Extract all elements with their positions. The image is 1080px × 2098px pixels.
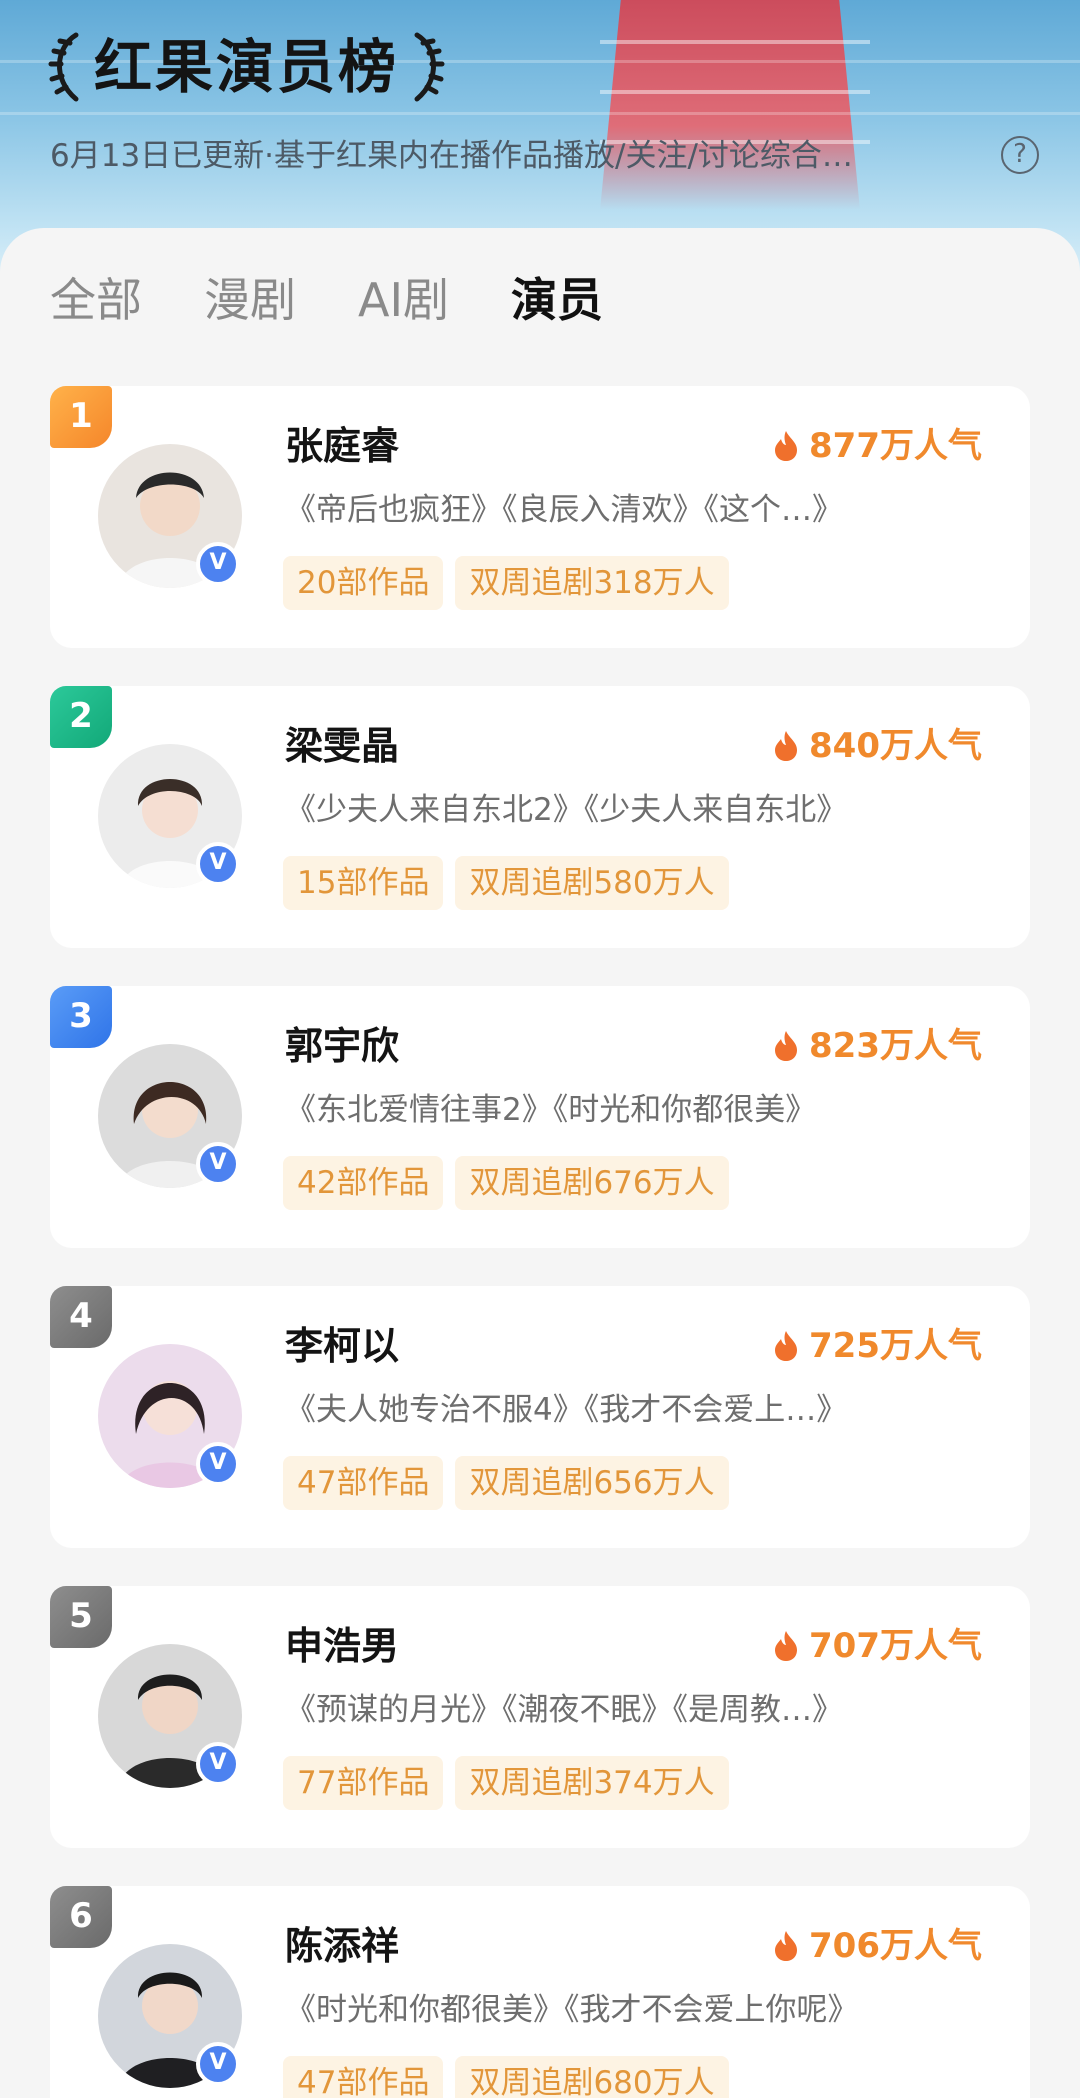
actor-card[interactable]: 2 V 梁雯晶 840万人气 《少夫人来自东北2》《少夫人来自东北》 15部作品… bbox=[50, 686, 1030, 948]
works-count-tag: 15部作品 bbox=[283, 856, 444, 910]
works-count-tag: 77部作品 bbox=[283, 1756, 444, 1810]
rank-badge: 5 bbox=[50, 1586, 112, 1648]
verified-badge-icon: V bbox=[196, 1742, 240, 1786]
popularity-value: 877万人气 bbox=[809, 426, 982, 466]
stair-line bbox=[600, 90, 870, 94]
works-count-tag: 42部作品 bbox=[283, 1156, 444, 1210]
tab-ai-drama[interactable]: AI剧 bbox=[358, 268, 449, 332]
banner-stripe bbox=[0, 112, 1080, 115]
popularity: 877万人气 bbox=[773, 420, 982, 472]
followers-tag: 双周追剧676万人 bbox=[455, 1156, 729, 1210]
fire-icon bbox=[775, 731, 798, 761]
popularity: 725万人气 bbox=[773, 1320, 982, 1372]
stair-line bbox=[600, 40, 870, 44]
popularity-value: 725万人气 bbox=[809, 1326, 982, 1366]
rank-badge: 3 bbox=[50, 986, 112, 1048]
works-list: 《少夫人来自东北2》《少夫人来自东北》 bbox=[285, 792, 848, 828]
page-title: 红果演员榜 bbox=[94, 33, 400, 101]
laurel-left-icon bbox=[48, 32, 79, 102]
help-icon[interactable]: ? bbox=[1001, 136, 1039, 174]
actor-name[interactable]: 郭宇欣 bbox=[285, 1020, 399, 1072]
actor-name[interactable]: 张庭睿 bbox=[285, 420, 399, 472]
tags: 15部作品 双周追剧580万人 bbox=[283, 856, 729, 910]
actor-name[interactable]: 陈添祥 bbox=[285, 1920, 399, 1972]
works-list: 《夫人她专治不服4》《我才不会爱上…》 bbox=[285, 1392, 848, 1428]
tags: 77部作品 双周追剧374万人 bbox=[283, 1756, 729, 1810]
actor-card[interactable]: 5 V 申浩男 707万人气 《预谋的月光》《潮夜不眠》《是周教…》 77部作品… bbox=[50, 1586, 1030, 1848]
tags: 47部作品 双周追剧656万人 bbox=[283, 1456, 729, 1510]
popularity: 706万人气 bbox=[773, 1920, 982, 1972]
actor-name[interactable]: 李柯以 bbox=[285, 1320, 399, 1372]
popularity-value: 707万人气 bbox=[809, 1626, 982, 1666]
actor-card[interactable]: 3 V 郭宇欣 823万人气 《东北爱情往事2》《时光和你都很美》 42部作品 … bbox=[50, 986, 1030, 1248]
tags: 47部作品 双周追剧680万人 bbox=[283, 2056, 729, 2098]
popularity: 840万人气 bbox=[773, 720, 982, 772]
actor-name[interactable]: 申浩男 bbox=[285, 1620, 399, 1672]
fire-icon bbox=[775, 1931, 798, 1961]
verified-badge-icon: V bbox=[196, 1142, 240, 1186]
actor-card[interactable]: 1 V 张庭睿 877万人气 《帝后也疯狂》《良辰入清欢》《这个…》 20部作品… bbox=[50, 386, 1030, 648]
works-count-tag: 47部作品 bbox=[283, 1456, 444, 1510]
title-row: 红果演员榜 bbox=[46, 22, 447, 112]
popularity: 823万人气 bbox=[773, 1020, 982, 1072]
laurel-right-icon bbox=[414, 32, 445, 102]
tags: 42部作品 双周追剧676万人 bbox=[283, 1156, 729, 1210]
fire-icon bbox=[775, 1631, 798, 1661]
followers-tag: 双周追剧374万人 bbox=[455, 1756, 729, 1810]
followers-tag: 双周追剧318万人 bbox=[455, 556, 729, 610]
fire-icon bbox=[775, 1331, 798, 1361]
update-subtitle: 6月13日已更新·基于红果内在播作品播放/关注/讨论综合… bbox=[50, 138, 853, 174]
verified-badge-icon: V bbox=[196, 1442, 240, 1486]
category-tabs: 全部 漫剧 AI剧 演员 bbox=[50, 268, 665, 332]
works-list: 《帝后也疯狂》《良辰入清欢》《这个…》 bbox=[285, 492, 843, 528]
red-carpet-decoration bbox=[600, 0, 860, 210]
tab-actors[interactable]: 演员 bbox=[511, 268, 603, 332]
actor-card[interactable]: 6 V 陈添祥 706万人气 《时光和你都很美》《我才不会爱上你呢》 47部作品… bbox=[50, 1886, 1030, 2098]
tab-all[interactable]: 全部 bbox=[50, 268, 142, 332]
rank-badge: 2 bbox=[50, 686, 112, 748]
works-list: 《预谋的月光》《潮夜不眠》《是周教…》 bbox=[285, 1692, 843, 1728]
followers-tag: 双周追剧580万人 bbox=[455, 856, 729, 910]
rank-badge: 1 bbox=[50, 386, 112, 448]
works-count-tag: 47部作品 bbox=[283, 2056, 444, 2098]
tab-comic-drama[interactable]: 漫剧 bbox=[204, 268, 296, 332]
popularity: 707万人气 bbox=[773, 1620, 982, 1672]
rank-badge: 6 bbox=[50, 1886, 112, 1948]
fire-icon bbox=[775, 1031, 798, 1061]
popularity-value: 706万人气 bbox=[809, 1926, 982, 1966]
popularity-value: 823万人气 bbox=[809, 1026, 982, 1066]
works-list: 《时光和你都很美》《我才不会爱上你呢》 bbox=[285, 1992, 859, 2028]
fire-icon bbox=[775, 431, 798, 461]
verified-badge-icon: V bbox=[196, 542, 240, 586]
verified-badge-icon: V bbox=[196, 2042, 240, 2086]
popularity-value: 840万人气 bbox=[809, 726, 982, 766]
followers-tag: 双周追剧680万人 bbox=[455, 2056, 729, 2098]
works-count-tag: 20部作品 bbox=[283, 556, 444, 610]
followers-tag: 双周追剧656万人 bbox=[455, 1456, 729, 1510]
works-list: 《东北爱情往事2》《时光和你都很美》 bbox=[285, 1092, 817, 1128]
rank-badge: 4 bbox=[50, 1286, 112, 1348]
verified-badge-icon: V bbox=[196, 842, 240, 886]
actor-card[interactable]: 4 V 李柯以 725万人气 《夫人她专治不服4》《我才不会爱上…》 47部作品… bbox=[50, 1286, 1030, 1548]
tags: 20部作品 双周追剧318万人 bbox=[283, 556, 729, 610]
actor-name[interactable]: 梁雯晶 bbox=[285, 720, 399, 772]
